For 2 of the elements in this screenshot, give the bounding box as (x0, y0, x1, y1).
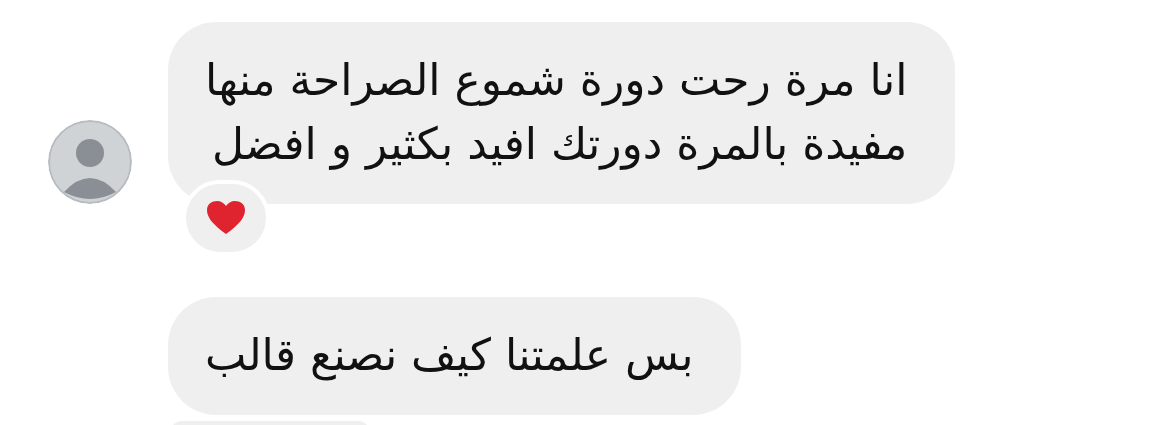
heart-icon (206, 200, 246, 236)
avatar[interactable] (48, 120, 132, 204)
